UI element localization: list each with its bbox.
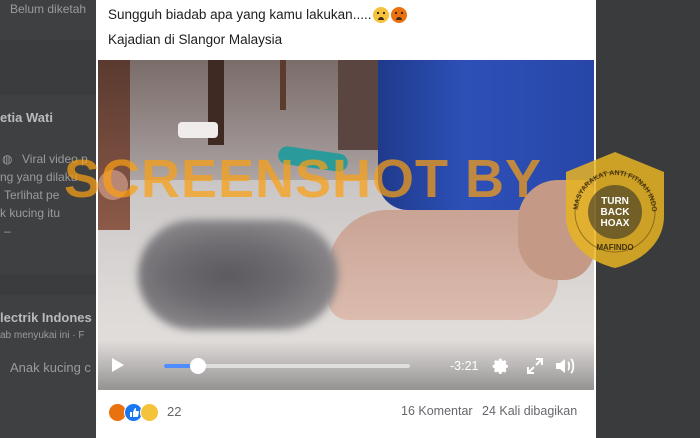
video-blurred-kitten (138, 220, 338, 330)
post-caption: Sungguh biadab apa yang kamu lakukan....… (108, 7, 372, 22)
progress-knob[interactable] (190, 358, 206, 374)
badge-back: BACK (601, 207, 631, 218)
badge-hoax: HOAX (601, 218, 630, 229)
bg-line-5: – (4, 224, 11, 238)
badge-mafindo: MAFINDO (596, 243, 633, 252)
reaction-count[interactable]: 22 (167, 404, 181, 419)
angry-face-icon (391, 7, 408, 24)
post-text-line-2: Kajadian di Slangor Malaysia (108, 32, 283, 47)
video-dark-object (338, 60, 378, 150)
shares-link[interactable]: 24 Kali dibagikan (482, 404, 577, 418)
video-controls: -3:21 (98, 340, 594, 390)
time-remaining: -3:21 (450, 359, 479, 373)
comments-link[interactable]: 16 Komentar (401, 404, 473, 418)
badge-turn: TURN (601, 196, 629, 207)
play-icon[interactable] (112, 358, 124, 372)
bg-line-3: Terlihat pe (4, 188, 60, 202)
bg-line-4: k kucing itu (0, 206, 61, 220)
bg-author-1: etia Wati (0, 110, 53, 125)
post-card: Sungguh biadab apa yang kamu lakukan....… (96, 0, 596, 438)
expand-icon[interactable] (526, 357, 544, 375)
volume-icon[interactable] (554, 356, 576, 376)
bg-line-7: Anak kucing c (10, 360, 91, 375)
gear-icon[interactable] (490, 356, 510, 376)
video-paper (178, 122, 218, 138)
post-text-line-1: Sungguh biadab apa yang kamu lakukan....… (108, 7, 408, 24)
crying-face-icon (373, 7, 390, 24)
video-chair-leg-2 (280, 60, 286, 110)
post-footer: 22 16 Komentar 24 Kali dibagikan (96, 392, 596, 438)
screenshot-watermark: SCREENSHOT BY (64, 149, 543, 209)
bg-snippet: Belum diketah (10, 2, 87, 16)
bg-author-2: lectrik Indones (0, 310, 92, 325)
mafindo-badge-icon: MASYARAKAT ANTI FITNAH INDONESIA TURN BA… (560, 150, 664, 268)
emoji-row (373, 7, 408, 24)
bg-line-6: ab menyukai ini · F (0, 330, 85, 341)
sad-reaction-icon[interactable] (140, 403, 159, 422)
bg-globe-icon: ◍ (2, 152, 13, 166)
